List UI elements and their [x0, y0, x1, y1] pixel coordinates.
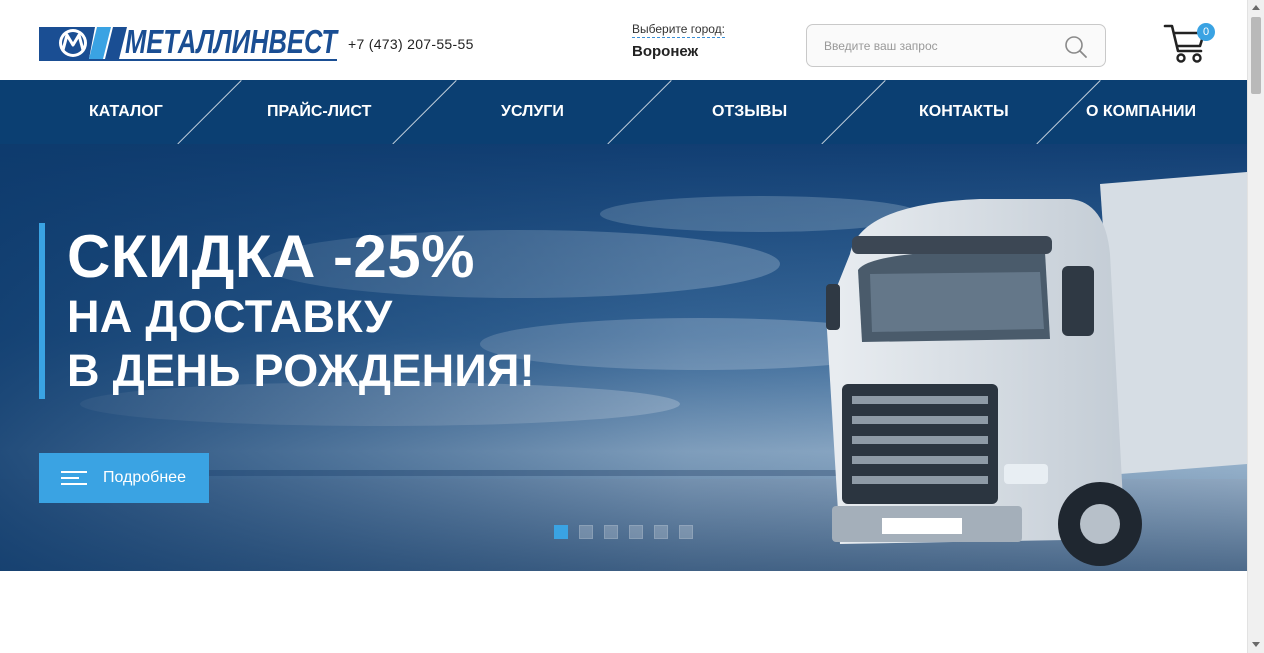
more-details-label: Подробнее [103, 469, 186, 486]
site-header: МЕТАЛЛИНВЕСТ +7 (473) 207-55-55 Выберите… [0, 0, 1247, 80]
phone-number[interactable]: +7 (473) 207-55-55 [348, 36, 474, 52]
nav-separator [392, 80, 457, 144]
scrollbar-thumb[interactable] [1251, 17, 1261, 94]
slider-dot[interactable] [554, 525, 568, 539]
slider-dot[interactable] [629, 525, 643, 539]
hero-title-line: на доставку [67, 291, 393, 342]
slider-dot[interactable] [654, 525, 668, 539]
hero-accent-bar [39, 223, 45, 399]
more-details-button[interactable]: Подробнее [39, 453, 209, 503]
slider-dot[interactable] [579, 525, 593, 539]
city-select-label[interactable]: Выберите город: [632, 22, 725, 38]
main-nav: Каталог Прайс-лист Услуги Отзывы Контакт… [0, 80, 1247, 144]
nav-services[interactable]: Услуги [501, 80, 564, 144]
menu-lines-icon [61, 471, 87, 485]
logo-wordmark: МЕТАЛЛИНВЕСТ [125, 24, 339, 60]
city-selector[interactable]: Выберите город: Воронеж [632, 20, 725, 60]
nav-price-list[interactable]: Прайс-лист [267, 80, 371, 144]
search-icon[interactable] [1063, 34, 1089, 60]
hero-title-line: Скидка -25% [67, 223, 476, 290]
nav-separator [821, 80, 886, 144]
nav-separator [177, 80, 242, 144]
nav-catalog[interactable]: Каталог [89, 80, 163, 144]
nav-contacts[interactable]: Контакты [919, 80, 1009, 144]
cart-button[interactable]: 0 [1163, 21, 1215, 67]
nav-about[interactable]: О компании [1086, 80, 1196, 144]
search-box [806, 24, 1106, 67]
hero-slider: Скидка -25% на доставку в день рождения!… [0, 144, 1247, 571]
current-city[interactable]: Воронеж [632, 43, 725, 60]
scroll-down-arrow-icon[interactable] [1252, 642, 1260, 647]
slider-dot[interactable] [604, 525, 618, 539]
hero-title-line: в день рождения! [67, 345, 535, 396]
slider-dot[interactable] [679, 525, 693, 539]
hero-title: Скидка -25% на доставку в день рождения! [67, 224, 535, 398]
nav-separator [607, 80, 672, 144]
scroll-up-arrow-icon[interactable] [1252, 5, 1260, 10]
cart-count-badge: 0 [1197, 23, 1215, 41]
metallinvest-logo[interactable]: МЕТАЛЛИНВЕСТ [39, 23, 339, 62]
nav-reviews[interactable]: Отзывы [712, 80, 787, 144]
search-input[interactable] [808, 26, 1048, 65]
page-scrollbar[interactable] [1247, 0, 1264, 653]
